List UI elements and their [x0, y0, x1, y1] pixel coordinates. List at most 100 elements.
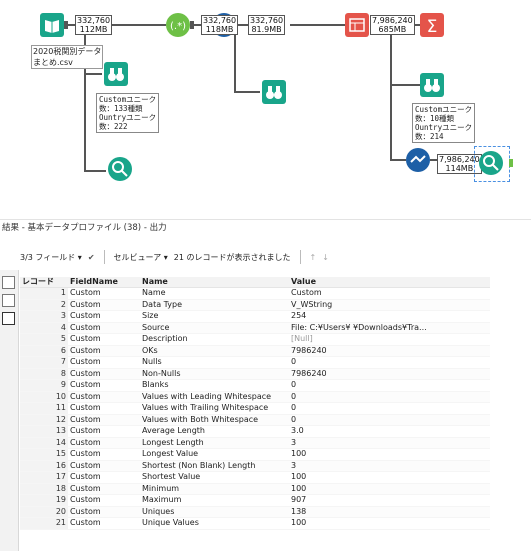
table-cell[interactable]: Custom	[68, 483, 140, 495]
table-cell[interactable]: Maximum	[140, 494, 289, 507]
table-cell[interactable]: 138	[289, 506, 490, 518]
fields-dropdown[interactable]: 3/3 フィールド ▾	[20, 252, 82, 263]
table-cell[interactable]: Custom	[68, 494, 140, 507]
table-cell[interactable]: Custom	[68, 437, 140, 449]
table-row[interactable]: 17 Custom Shortest Value 100	[20, 471, 490, 484]
table-cell[interactable]: Values with Both Whitespace	[140, 414, 289, 426]
join-tool[interactable]	[406, 148, 430, 172]
table-row[interactable]: 11 Custom Values with Trailing Whitespace 0	[20, 402, 490, 415]
table-cell[interactable]: Values with Trailing Whitespace	[140, 402, 289, 415]
table-cell[interactable]: Description	[140, 333, 289, 346]
table-cell[interactable]: Unique Values	[140, 517, 289, 530]
table-cell[interactable]: Data Type	[140, 299, 289, 311]
table-row[interactable]: 21 Custom Unique Values 100	[20, 517, 490, 530]
table-row[interactable]: 3 Custom Size 254	[20, 310, 490, 323]
table-cell[interactable]: Custom	[68, 471, 140, 484]
table-cell[interactable]: 0	[289, 402, 490, 415]
table-cell[interactable]: 7986240	[289, 368, 490, 380]
table-row[interactable]: 15 Custom Longest Value 100	[20, 448, 490, 461]
table-cell[interactable]: Custom	[68, 345, 140, 357]
browse-tool[interactable]	[262, 80, 286, 104]
table-row[interactable]: 14 Custom Longest Length 3	[20, 437, 490, 449]
table-cell[interactable]: Custom	[68, 391, 140, 403]
table-cell[interactable]: Custom	[68, 460, 140, 472]
data-profile-tool[interactable]	[479, 151, 503, 175]
table-row[interactable]: 16 Custom Shortest (Non Blank) Length 3	[20, 460, 490, 472]
formula-tool[interactable]: (.*)	[166, 13, 190, 37]
column-header[interactable]: FieldName	[68, 277, 140, 288]
table-cell[interactable]: 100	[289, 448, 490, 461]
data-profile-tool[interactable]	[108, 157, 132, 181]
table-row[interactable]: 7 Custom Nulls 0	[20, 356, 490, 369]
table-cell[interactable]: Custom	[68, 402, 140, 415]
table-cell[interactable]: V_WString	[289, 299, 490, 311]
table-cell[interactable]: Custom	[68, 379, 140, 392]
table-cell[interactable]: 0	[289, 379, 490, 392]
table-cell[interactable]: OKs	[140, 345, 289, 357]
table-cell[interactable]: 7986240	[289, 345, 490, 357]
table-cell[interactable]: Minimum	[140, 483, 289, 495]
table-cell[interactable]: Custom	[68, 299, 140, 311]
table-cell[interactable]: 0	[289, 391, 490, 403]
table-cell[interactable]: Shortest Value	[140, 471, 289, 484]
table-cell[interactable]: Blanks	[140, 379, 289, 392]
table-cell[interactable]: File: C:¥Users¥ ¥Downloads¥Tra...	[289, 322, 490, 334]
table-cell[interactable]: Custom	[68, 368, 140, 380]
table-cell[interactable]: Custom	[289, 287, 490, 300]
table-cell[interactable]: 100	[289, 517, 490, 530]
table-cell[interactable]: 0	[289, 356, 490, 369]
column-header[interactable]: レコード	[20, 277, 68, 288]
table-row[interactable]: 1 Custom Name Custom	[20, 287, 490, 300]
table-row[interactable]: 2 Custom Data Type V_WString	[20, 299, 490, 311]
table-row[interactable]: 9 Custom Blanks 0	[20, 379, 490, 392]
table-cell[interactable]: 0	[289, 414, 490, 426]
table-cell[interactable]: Values with Leading Whitespace	[140, 391, 289, 403]
table-cell[interactable]: Custom	[68, 333, 140, 346]
check-icon[interactable]: ✔	[88, 253, 95, 262]
table-cell[interactable]: Shortest (Non Blank) Length	[140, 460, 289, 472]
table-cell[interactable]: Non-Nulls	[140, 368, 289, 380]
table-cell[interactable]: Custom	[68, 425, 140, 438]
table-cell[interactable]: Uniques	[140, 506, 289, 518]
table-cell[interactable]: 3	[289, 437, 490, 449]
table-cell[interactable]: Custom	[68, 448, 140, 461]
sigma-view-icon[interactable]	[2, 294, 15, 307]
table-cell[interactable]: Custom	[68, 506, 140, 518]
column-header[interactable]: Name	[140, 277, 289, 288]
results-grid[interactable]: レコード FieldName Name Value 1 Custom Name Cus…	[20, 277, 531, 551]
column-header[interactable]: Value	[289, 277, 490, 288]
table-cell[interactable]: Longest Length	[140, 437, 289, 449]
table-row[interactable]: 19 Custom Maximum 907	[20, 494, 490, 507]
table-cell[interactable]: Custom	[68, 414, 140, 426]
data-view-icon[interactable]	[2, 312, 15, 325]
table-cell[interactable]: 3	[289, 460, 490, 472]
table-cell[interactable]: 254	[289, 310, 490, 323]
table-row[interactable]: 10 Custom Values with Leading Whitespace 0	[20, 391, 490, 403]
arrow-down-icon[interactable]: ↓	[322, 253, 329, 262]
browse-tool[interactable]	[420, 73, 444, 97]
summarize-tool[interactable]: Σ	[420, 13, 444, 37]
table-row[interactable]: 12 Custom Values with Both Whitespace 0	[20, 414, 490, 426]
table-row[interactable]: 4 Custom Source File: C:¥Users¥ ¥Downloads¥…	[20, 322, 490, 334]
input-tool[interactable]	[40, 13, 64, 37]
table-cell[interactable]: Size	[140, 310, 289, 323]
workflow-canvas[interactable]: 2020税関別データ まとめ.csv 332,760 112MB (.*) 332…	[0, 0, 531, 212]
table-row[interactable]: 8 Custom Non-Nulls 7986240	[20, 368, 490, 380]
table-cell[interactable]: Nulls	[140, 356, 289, 369]
table-row[interactable]: 5 Custom Description [Null]	[20, 333, 490, 346]
browse-tool[interactable]	[104, 62, 128, 86]
table-row[interactable]: 6 Custom OKs 7986240	[20, 345, 490, 357]
table-cell[interactable]: Custom	[68, 287, 140, 300]
cell-viewer-dropdown[interactable]: セルビューア ▾	[114, 252, 168, 263]
table-cell[interactable]: Custom	[68, 310, 140, 323]
table-cell[interactable]: 100	[289, 471, 490, 484]
table-row[interactable]: 20 Custom Uniques 138	[20, 506, 490, 518]
table-cell[interactable]: Custom	[68, 356, 140, 369]
table-cell[interactable]: Custom	[68, 322, 140, 334]
table-cell[interactable]: Source	[140, 322, 289, 334]
arrow-up-icon[interactable]: ↑	[310, 253, 317, 262]
table-row[interactable]: 13 Custom Average Length 3.0	[20, 425, 490, 438]
table-cell[interactable]: Name	[140, 287, 289, 300]
table-cell[interactable]: 907	[289, 494, 490, 507]
table-cell[interactable]: [Null]	[289, 333, 490, 346]
